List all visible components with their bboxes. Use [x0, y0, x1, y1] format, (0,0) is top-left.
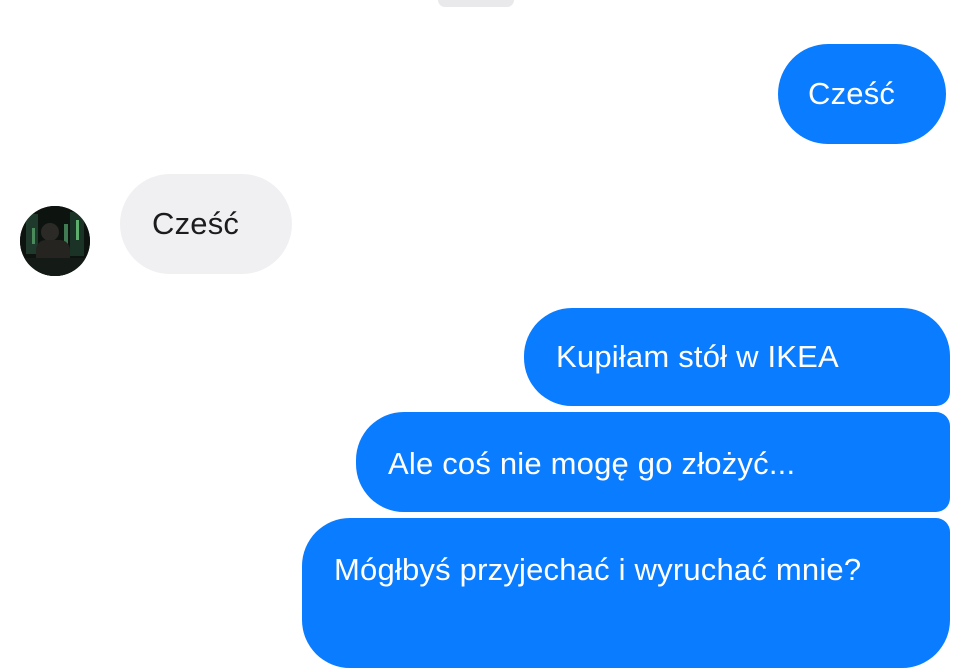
message-text: Mógłbyś przyjechać i wyruchać mnie? [334, 552, 862, 587]
message-bubble-outgoing[interactable]: Kupiłam stół w IKEA [524, 308, 950, 406]
message-bubble-outgoing[interactable]: Ale coś nie mogę go złożyć... [356, 412, 950, 512]
message-text: Cześć [808, 76, 896, 111]
message-bubble-incoming[interactable]: Cześć [120, 174, 292, 274]
message-text: Cześć [152, 206, 240, 241]
avatar-photo-icon [20, 206, 90, 276]
message-bubble-outgoing[interactable]: Mógłbyś przyjechać i wyruchać mnie? [302, 518, 950, 668]
chat-thread: Cześć Cześć Kupiłam stół w IKEA Ale coś … [0, 0, 960, 670]
message-text: Kupiłam stół w IKEA [556, 339, 839, 374]
message-bubble-outgoing[interactable]: Cześć [778, 44, 946, 144]
message-text: Ale coś nie mogę go złożyć... [388, 446, 796, 481]
top-bar-fragment [438, 0, 514, 7]
contact-avatar[interactable] [20, 206, 90, 276]
